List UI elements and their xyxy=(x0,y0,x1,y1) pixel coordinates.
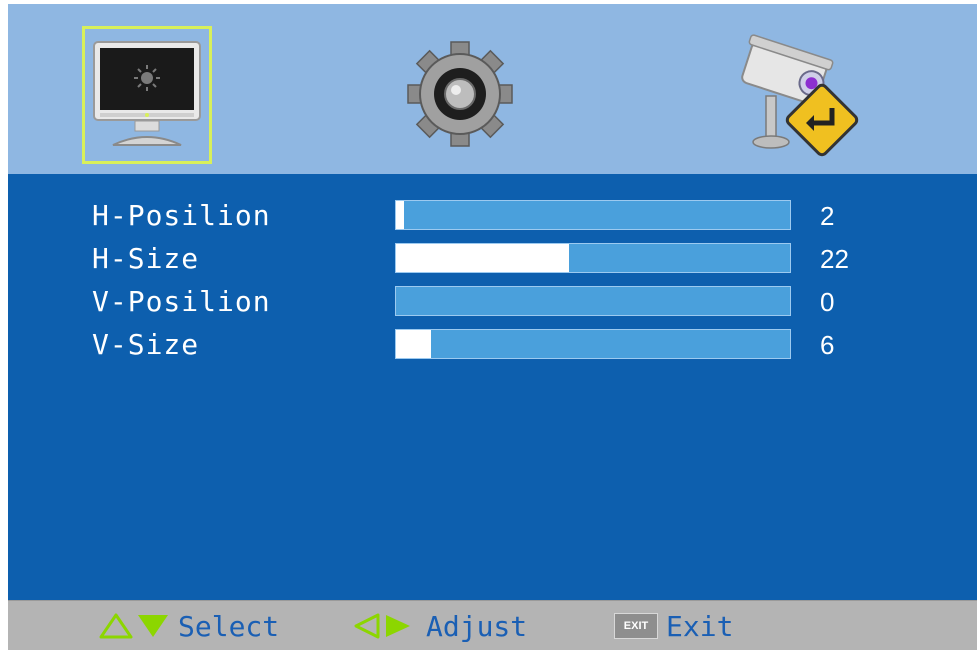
setting-row-h-size: H-Size 22 xyxy=(8,239,977,279)
exit-key-icon: EXIT xyxy=(614,613,658,639)
menu-tab-bar xyxy=(8,4,977,174)
setting-row-v-size: V-Size 6 xyxy=(8,325,977,365)
setting-value: 6 xyxy=(820,330,835,360)
setting-row-v-position: V-Posilion 0 xyxy=(8,282,977,322)
select-label: Select xyxy=(178,609,280,643)
setting-value: 2 xyxy=(820,201,835,231)
exit-hint: EXIT Exit xyxy=(614,601,733,650)
slider-fill xyxy=(396,201,404,229)
slider-fill xyxy=(396,244,570,272)
setting-slider[interactable] xyxy=(395,243,791,273)
setting-label: V-Posilion xyxy=(92,285,271,318)
tab-setup[interactable] xyxy=(400,26,530,164)
adjust-label: Adjust xyxy=(426,609,528,643)
osd-menu: H-Posilion 2 H-Size 22 V-Posilion 0 V-Si… xyxy=(8,4,977,650)
setting-value: 22 xyxy=(820,244,849,274)
setting-slider[interactable] xyxy=(395,286,791,316)
setting-slider[interactable] xyxy=(395,329,791,359)
monitor-icon xyxy=(93,41,201,146)
up-down-arrows-icon xyxy=(99,613,168,639)
gear-icon xyxy=(407,41,513,147)
setting-label: H-Posilion xyxy=(92,199,271,232)
settings-panel: H-Posilion 2 H-Size 22 V-Posilion 0 V-Si… xyxy=(8,174,977,600)
select-hint: Select xyxy=(98,601,279,650)
tab-picture[interactable] xyxy=(82,26,212,164)
exit-label: Exit xyxy=(666,609,734,643)
setting-label: V-Size xyxy=(92,328,200,361)
setting-value: 0 xyxy=(820,287,835,317)
key-hint-bar: Select Adjust EXIT Exit xyxy=(8,600,977,650)
adjust-hint: Adjust xyxy=(348,601,527,650)
left-right-arrows-icon xyxy=(354,613,410,639)
setting-slider[interactable] xyxy=(395,200,791,230)
tab-camera[interactable] xyxy=(734,26,864,164)
setting-row-h-position: H-Posilion 2 xyxy=(8,196,977,236)
setting-label: H-Size xyxy=(92,242,200,275)
camera-return-icon xyxy=(741,34,859,157)
slider-fill xyxy=(396,330,432,358)
